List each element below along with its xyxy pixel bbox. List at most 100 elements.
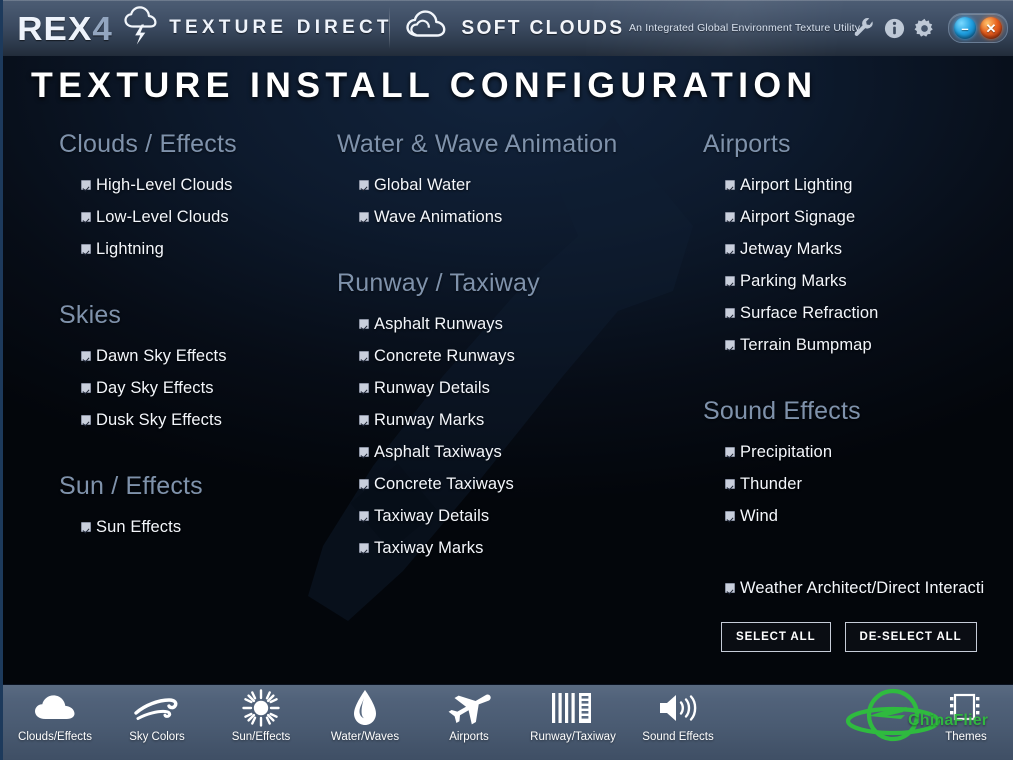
option-label: Airport Signage (740, 207, 856, 226)
option-weather-architect-direct-interaction[interactable]: Weather Architect/Direct Interacti (703, 572, 1013, 604)
checkbox[interactable] (359, 383, 369, 393)
checkbox[interactable] (81, 212, 91, 222)
nav-label: Airports (449, 731, 489, 743)
app-window: REX4 TEXTURE DIRECT SOFT CLOUDS An Integ… (0, 0, 1013, 760)
checkbox[interactable] (359, 447, 369, 457)
checkbox[interactable] (725, 276, 735, 286)
checkbox[interactable] (725, 479, 735, 489)
option-asphalt-runways[interactable]: Asphalt Runways (337, 308, 687, 340)
checkbox[interactable] (725, 244, 735, 254)
option-surface-refraction[interactable]: Surface Refraction (703, 297, 1013, 329)
select-all-button[interactable]: SELECT ALL (721, 622, 831, 652)
minimize-button[interactable]: – (954, 17, 976, 39)
option-jetway-marks[interactable]: Jetway Marks (703, 233, 1013, 265)
group-title: Clouds / Effects (59, 130, 237, 158)
checkbox[interactable] (725, 511, 735, 521)
wrench-icon[interactable] (853, 17, 876, 40)
group-sun-effects: Sun / Effects Sun Effects (59, 472, 329, 543)
nav-airports[interactable]: Airports (425, 688, 513, 756)
gear-icon[interactable] (913, 17, 936, 40)
checkbox[interactable] (725, 212, 735, 222)
checkbox[interactable] (359, 351, 369, 361)
group-water-wave-animation: Water & Wave Animation Global Water Wave… (337, 130, 687, 233)
runway-icon (550, 688, 596, 728)
select-buttons: SELECT ALL DE-SELECT ALL (703, 622, 1013, 652)
option-sun-effects[interactable]: Sun Effects (59, 511, 329, 543)
option-label: Concrete Taxiways (374, 474, 514, 493)
product-name: TEXTURE DIRECT (169, 17, 393, 38)
close-button[interactable]: ✕ (980, 17, 1002, 39)
group-airports: Airports Airport Lighting Airport Signag… (703, 130, 1013, 361)
brand-block: REX4 TEXTURE DIRECT (13, 0, 393, 56)
checkbox[interactable] (359, 212, 369, 222)
option-airport-lighting[interactable]: Airport Lighting (703, 169, 1013, 201)
checkbox[interactable] (359, 319, 369, 329)
option-taxiway-marks[interactable]: Taxiway Marks (337, 532, 687, 564)
column-left: Clouds / Effects High-Level Clouds Low-L… (59, 130, 329, 543)
nav-water-waves[interactable]: Water/Waves (321, 688, 409, 756)
checkbox[interactable] (725, 308, 735, 318)
option-airport-signage[interactable]: Airport Signage (703, 201, 1013, 233)
option-global-water[interactable]: Global Water (337, 169, 687, 201)
option-runway-details[interactable]: Runway Details (337, 372, 687, 404)
nav-sky-colors[interactable]: Sky Colors (113, 688, 201, 756)
option-concrete-runways[interactable]: Concrete Runways (337, 340, 687, 372)
option-label: Jetway Marks (740, 239, 843, 258)
group-title: Skies (59, 301, 122, 329)
option-label: Parking Marks (740, 271, 847, 290)
option-concrete-taxiways[interactable]: Concrete Taxiways (337, 468, 687, 500)
option-parking-marks[interactable]: Parking Marks (703, 265, 1013, 297)
info-icon[interactable] (883, 17, 906, 40)
checkbox[interactable] (725, 447, 735, 457)
nav-clouds-effects[interactable]: Clouds/Effects (11, 688, 99, 756)
option-thunder[interactable]: Thunder (703, 468, 1013, 500)
checkbox[interactable] (359, 180, 369, 190)
option-label: Airport Lighting (740, 175, 853, 194)
option-label: Terrain Bumpmap (740, 335, 872, 354)
checkbox[interactable] (725, 340, 735, 350)
checkbox[interactable] (359, 511, 369, 521)
option-label: Runway Marks (374, 410, 485, 429)
option-label: Lightning (96, 239, 164, 258)
option-label: Asphalt Runways (374, 314, 503, 333)
checkbox[interactable] (81, 244, 91, 254)
option-wave-animations[interactable]: Wave Animations (337, 201, 687, 233)
option-label: Thunder (740, 474, 803, 493)
checkbox[interactable] (81, 522, 91, 532)
option-precipitation[interactable]: Precipitation (703, 436, 1013, 468)
option-day-sky-effects[interactable]: Day Sky Effects (59, 372, 329, 404)
themes-icon (946, 688, 986, 728)
checkbox[interactable] (725, 180, 735, 190)
nav-runway-taxiway[interactable]: Runway/Taxiway (525, 688, 621, 756)
option-high-level-clouds[interactable]: High-Level Clouds (59, 169, 329, 201)
cloud-bolt-icon (121, 5, 161, 52)
checkbox[interactable] (81, 180, 91, 190)
checkbox[interactable] (359, 543, 369, 553)
checkbox[interactable] (81, 351, 91, 361)
option-dawn-sky-effects[interactable]: Dawn Sky Effects (59, 340, 329, 372)
column-middle: Water & Wave Animation Global Water Wave… (337, 130, 687, 564)
option-dusk-sky-effects[interactable]: Dusk Sky Effects (59, 404, 329, 436)
option-asphalt-taxiways[interactable]: Asphalt Taxiways (337, 436, 687, 468)
checkbox[interactable] (359, 479, 369, 489)
checkbox[interactable] (725, 583, 735, 593)
option-terrain-bumpmap[interactable]: Terrain Bumpmap (703, 329, 1013, 361)
checkbox[interactable] (359, 415, 369, 425)
option-low-level-clouds[interactable]: Low-Level Clouds (59, 201, 329, 233)
option-taxiway-details[interactable]: Taxiway Details (337, 500, 687, 532)
group-title: Sound Effects (703, 397, 861, 425)
checkbox[interactable] (81, 383, 91, 393)
option-label: Wind (740, 506, 778, 525)
nav-sun-effects[interactable]: Sun/Effects (217, 688, 305, 756)
nav-label: Clouds/Effects (18, 731, 92, 743)
deselect-all-button[interactable]: DE-SELECT ALL (844, 622, 977, 652)
nav-themes[interactable]: Themes (925, 688, 1007, 756)
column-right: Airports Airport Lighting Airport Signag… (703, 130, 1013, 652)
option-lightning[interactable]: Lightning (59, 233, 329, 265)
checkbox[interactable] (81, 415, 91, 425)
group-title: Runway / Taxiway (337, 269, 540, 297)
nav-sound-effects[interactable]: Sound Effects (635, 688, 721, 756)
option-runway-marks[interactable]: Runway Marks (337, 404, 687, 436)
option-wind[interactable]: Wind (703, 500, 1013, 532)
